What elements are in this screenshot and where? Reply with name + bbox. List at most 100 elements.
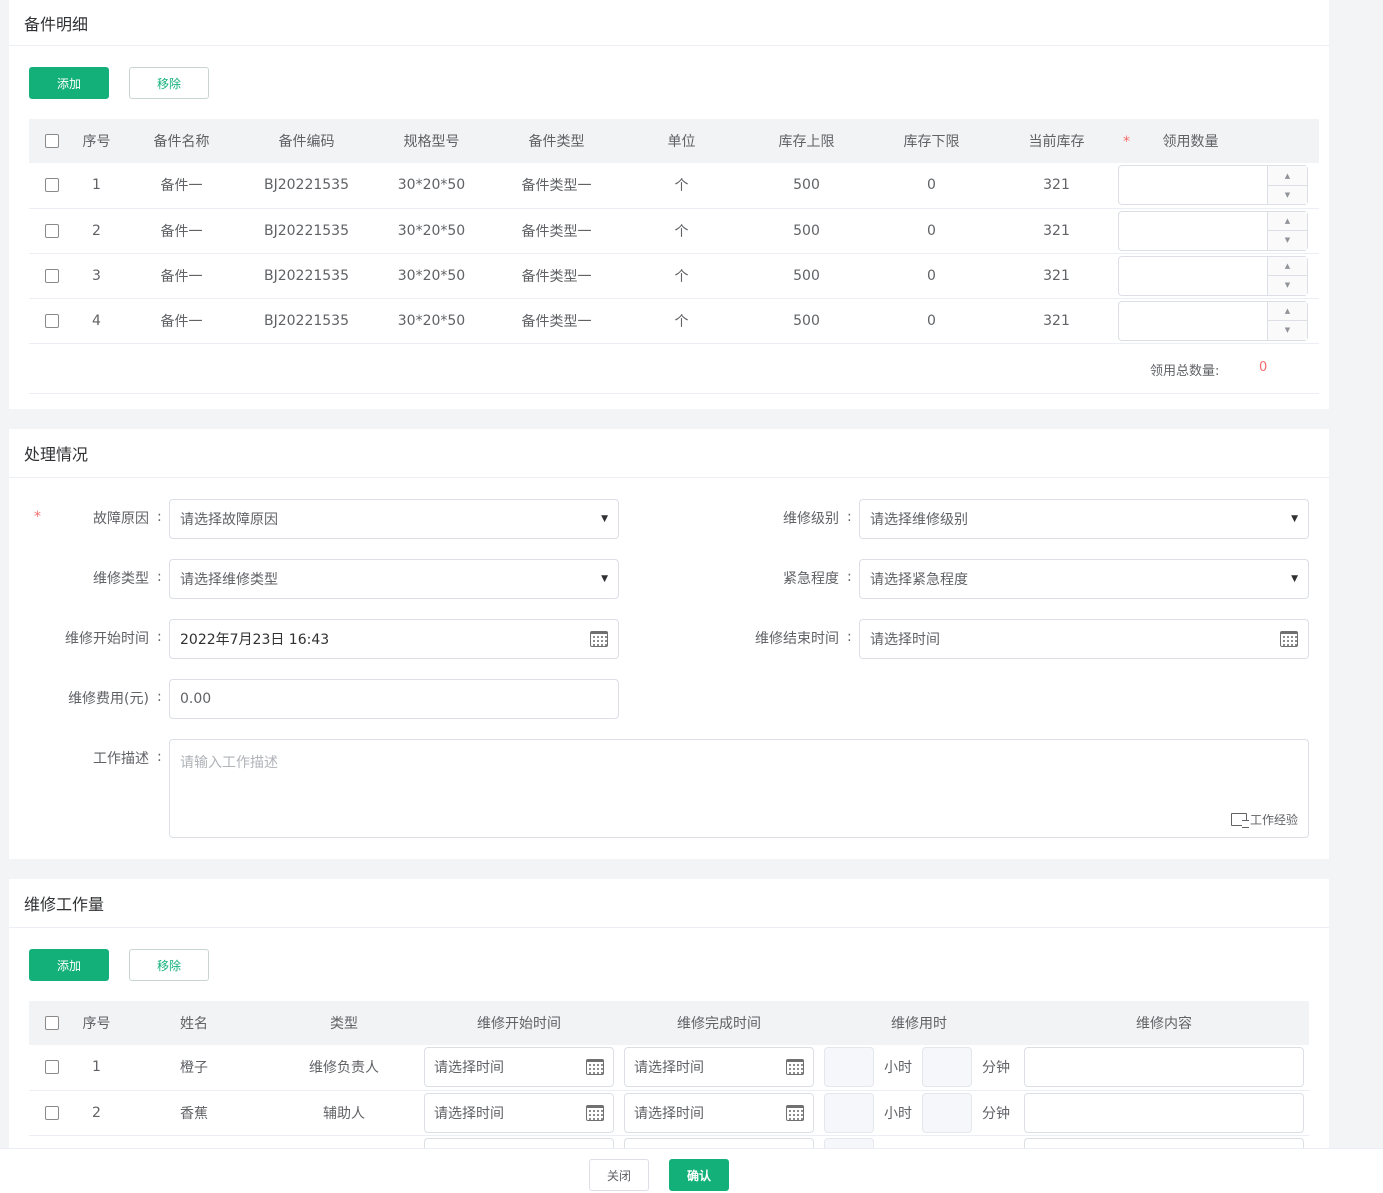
hours-input[interactable] <box>824 1137 874 1148</box>
row-checkbox[interactable] <box>44 223 59 238</box>
decrease-icon[interactable]: ▼ <box>1268 184 1307 205</box>
workload-table: 序号 姓名 类型 维修开始时间 维修完成时间 维修用时 维修内容 1 橙子 维修… <box>29 1001 1309 1148</box>
cell-code: BJ20221535 <box>244 208 369 254</box>
increase-icon[interactable]: ▲ <box>1268 256 1307 275</box>
picker-value: 请选择时间 <box>870 632 940 648</box>
textarea-placeholder: 请输入工作描述 <box>180 755 278 771</box>
cell-max: 500 <box>744 253 869 299</box>
cell-current: 321 <box>994 208 1119 254</box>
table-row: 2 备件一 BJ20221535 30*20*50 备件类型一 个 500 0 … <box>29 208 1319 254</box>
fault-reason-select[interactable]: 请选择故障原因 ▼ <box>169 499 619 539</box>
caret-down-icon: ▼ <box>1291 514 1298 524</box>
row-checkbox[interactable] <box>44 313 59 328</box>
cost-label: 维修费用(元) <box>68 691 149 707</box>
row-checkbox[interactable] <box>44 268 59 283</box>
column-header: 序号 <box>74 119 119 163</box>
label-colon: : <box>847 569 852 585</box>
picker-placeholder: 请选择时间 <box>434 1105 504 1122</box>
quantity-input[interactable] <box>1119 257 1267 295</box>
end-time-picker[interactable]: 请选择时间 <box>624 1047 814 1088</box>
column-header: 维修内容 <box>1019 1001 1309 1045</box>
table-header-row: 序号 备件名称 备件编码 规格型号 备件类型 单位 库存上限 库存下限 当前库存… <box>29 119 1319 163</box>
increase-icon[interactable]: ▲ <box>1268 211 1307 230</box>
decrease-icon[interactable]: ▼ <box>1268 320 1307 340</box>
hour-unit-label: 小时 <box>884 1060 912 1077</box>
label-colon: : <box>157 569 162 585</box>
work-experience-label: 工作经验 <box>1249 813 1298 827</box>
repair-content-input[interactable] <box>1024 1047 1304 1088</box>
spare-parts-title: 备件明细 <box>9 0 1329 46</box>
description-textarea[interactable]: 请输入工作描述 工作经验 <box>169 739 1309 838</box>
decrease-icon[interactable]: ▼ <box>1268 230 1307 250</box>
cell-max: 500 <box>744 208 869 254</box>
end-time-picker[interactable] <box>624 1137 814 1148</box>
picker-placeholder: 请选择时间 <box>634 1105 704 1122</box>
caret-down-icon: ▼ <box>601 514 608 524</box>
row-checkbox[interactable] <box>44 178 59 193</box>
repair-level-select[interactable]: 请选择维修级别 ▼ <box>859 499 1309 539</box>
minutes-input[interactable] <box>922 1092 972 1133</box>
select-all-checkbox[interactable] <box>44 134 59 148</box>
label-colon: : <box>157 749 162 765</box>
spare-parts-table: 序号 备件名称 备件编码 规格型号 备件类型 单位 库存上限 库存下限 当前库存… <box>29 119 1319 344</box>
increase-icon[interactable]: ▲ <box>1268 166 1307 185</box>
start-time-picker[interactable]: 请选择时间 <box>424 1092 614 1133</box>
table-row: 3 备件一 BJ20221535 30*20*50 备件类型一 个 500 0 … <box>29 253 1319 299</box>
cell-spec: 30*20*50 <box>369 298 494 344</box>
column-header: 备件编码 <box>244 119 369 163</box>
cell-code: BJ20221535 <box>244 298 369 344</box>
form-scroll-area[interactable]: 备件明细 添加 移除 序号 备件名称 备件编码 规格型号 备件类型 单位 库存上… <box>0 0 1383 1148</box>
cost-input[interactable]: 0.00 <box>169 679 619 719</box>
quantity-input[interactable] <box>1119 166 1267 204</box>
cell-index: 4 <box>74 298 119 344</box>
decrease-icon[interactable]: ▼ <box>1268 275 1307 295</box>
cell-name: 备件一 <box>119 163 244 209</box>
repair-type-select[interactable]: 请选择维修类型 ▼ <box>169 559 619 599</box>
urgency-label: 紧急程度 <box>783 571 839 587</box>
select-all-checkbox[interactable] <box>44 1016 59 1030</box>
confirm-button[interactable]: 确认 <box>669 1159 729 1191</box>
quantity-input[interactable] <box>1119 212 1267 250</box>
end-time-picker[interactable]: 请选择时间 <box>859 619 1309 659</box>
select-value: 请选择维修级别 <box>870 512 968 528</box>
handling-card: 处理情况 * 故障原因 : 请选择故障原因 ▼ 维修级别 : 请选择维修级别 ▼… <box>9 429 1329 859</box>
cell-type: 备件类型一 <box>494 163 619 209</box>
quantity-stepper[interactable]: ▲ ▼ <box>1118 300 1308 341</box>
end-time-picker[interactable]: 请选择时间 <box>624 1092 814 1133</box>
row-checkbox[interactable] <box>44 1105 59 1120</box>
quantity-input[interactable] <box>1119 302 1267 340</box>
cell-name: 备件一 <box>119 208 244 254</box>
work-experience-button[interactable]: 工作经验 <box>1230 811 1298 828</box>
repair-level-label: 维修级别 <box>783 511 839 527</box>
start-time-picker[interactable]: 2022年7月23日 16:43 <box>169 619 619 659</box>
start-time-picker[interactable]: 请选择时间 <box>424 1047 614 1088</box>
table-row-partial <box>29 1135 1309 1148</box>
handling-title: 处理情况 <box>9 429 1329 478</box>
cell-index: 1 <box>74 1045 119 1091</box>
picker-placeholder: 请选择时间 <box>434 1060 504 1077</box>
input-value: 0.00 <box>180 691 212 707</box>
table-row: 1 备件一 BJ20221535 30*20*50 备件类型一 个 500 0 … <box>29 163 1319 209</box>
quantity-stepper[interactable]: ▲ ▼ <box>1118 255 1308 296</box>
cell-type: 备件类型一 <box>494 253 619 299</box>
quantity-stepper[interactable]: ▲ ▼ <box>1118 165 1308 206</box>
repair-content-input[interactable] <box>1024 1092 1304 1133</box>
repair-content-input[interactable] <box>1024 1137 1304 1148</box>
repair-type-label: 维修类型 <box>93 571 149 587</box>
label-colon: : <box>157 509 162 525</box>
increase-icon[interactable]: ▲ <box>1268 301 1307 320</box>
cell-type: 辅助人 <box>269 1090 419 1136</box>
remove-spare-part-button[interactable]: 移除 <box>129 67 209 99</box>
add-spare-part-button[interactable]: 添加 <box>29 67 109 99</box>
column-header: 备件名称 <box>119 119 244 163</box>
row-checkbox[interactable] <box>44 1060 59 1075</box>
close-button[interactable]: 关闭 <box>589 1159 649 1191</box>
urgency-select[interactable]: 请选择紧急程度 ▼ <box>859 559 1309 599</box>
hours-input[interactable] <box>824 1092 874 1133</box>
remove-worker-button[interactable]: 移除 <box>129 949 209 981</box>
hours-input[interactable] <box>824 1047 874 1088</box>
add-worker-button[interactable]: 添加 <box>29 949 109 981</box>
start-time-picker[interactable] <box>424 1137 614 1148</box>
quantity-stepper[interactable]: ▲ ▼ <box>1118 210 1308 251</box>
minutes-input[interactable] <box>922 1047 972 1088</box>
